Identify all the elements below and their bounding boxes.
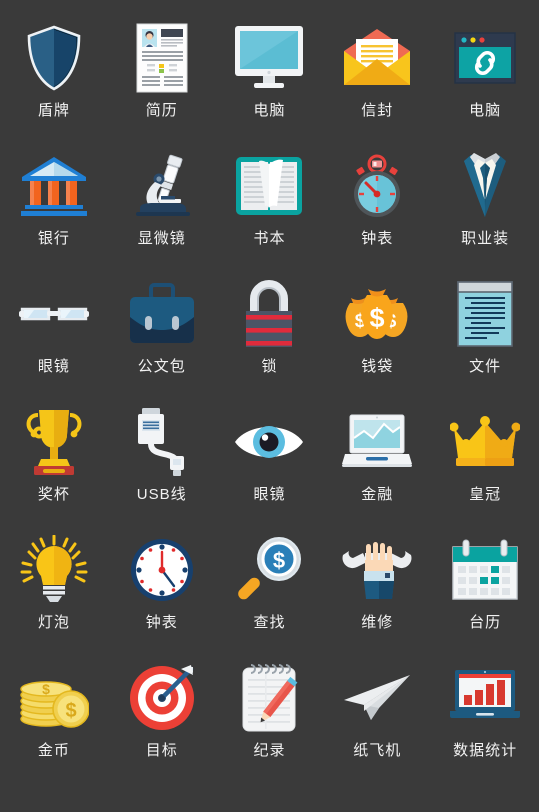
- calendar-icon: [449, 532, 521, 608]
- finance-laptop-icon: [341, 404, 413, 480]
- icon-label-resume: 简历: [145, 102, 178, 119]
- eye-icon: [233, 404, 305, 480]
- icon-label-statchart: 数据统计: [453, 742, 518, 759]
- icon-cell-search[interactable]: $ 查找: [216, 532, 324, 660]
- briefcase-icon: [126, 276, 198, 352]
- icon-cell-suit[interactable]: 职业装: [431, 148, 539, 276]
- lock-icon: [233, 276, 305, 352]
- notepad-pencil-icon: [233, 660, 305, 736]
- icon-label-suit: 职业装: [461, 230, 510, 247]
- glasses-icon: [18, 276, 90, 352]
- icon-label-coins: 金币: [37, 742, 70, 759]
- icon-label-bank: 银行: [37, 230, 70, 247]
- icon-cell-microscope[interactable]: 显微镜: [108, 148, 216, 276]
- target-arrow-icon: [126, 660, 198, 736]
- icon-label-notepad: 纪录: [253, 742, 286, 759]
- search-dollar-icon: $: [233, 532, 305, 608]
- icon-label-eye: 眼镜: [253, 486, 286, 503]
- icon-label-stopwatch: 钟表: [361, 230, 394, 247]
- icon-label-plane: 纸飞机: [353, 742, 402, 759]
- icon-label-trophy: 奖杯: [37, 486, 70, 503]
- icon-label-target: 目标: [145, 742, 178, 759]
- lightbulb-icon: [18, 532, 90, 608]
- usb-cable-icon: [126, 404, 198, 480]
- icon-label-laptopchart: 金融: [361, 486, 394, 503]
- business-suit-icon: [449, 148, 521, 224]
- icon-cell-lock[interactable]: 锁: [216, 276, 324, 404]
- icon-label-moneybags: 钱袋: [361, 358, 394, 375]
- icon-label-bulb: 灯泡: [37, 614, 70, 631]
- stopwatch-icon: [341, 148, 413, 224]
- icon-cell-plane[interactable]: 纸飞机: [323, 660, 431, 788]
- svg-text:$: $: [42, 681, 50, 697]
- clock-icon: [126, 532, 198, 608]
- icon-cell-book[interactable]: 书本: [216, 148, 324, 276]
- icon-label-microscope: 显微镜: [137, 230, 186, 247]
- icon-cell-resume[interactable]: 简历: [108, 20, 216, 148]
- data-statistics-icon: [449, 660, 521, 736]
- icon-label-usb: USB线: [136, 486, 187, 503]
- icon-cell-eye[interactable]: 眼镜: [216, 404, 324, 532]
- money-bags-icon: $ $ $: [341, 276, 413, 352]
- icon-cell-clock[interactable]: 钟表: [108, 532, 216, 660]
- icon-cell-moneybags[interactable]: $ $ $ 钱袋: [323, 276, 431, 404]
- resume-icon: [126, 20, 198, 96]
- icon-cell-wrench[interactable]: 维修: [323, 532, 431, 660]
- svg-text:$: $: [65, 700, 76, 722]
- envelope-icon: [341, 20, 413, 96]
- icon-label-calendar: 台历: [469, 614, 502, 631]
- icon-cell-trophy[interactable]: 奖杯: [0, 404, 108, 532]
- svg-text:$: $: [370, 303, 385, 333]
- bank-icon: [18, 148, 90, 224]
- icon-cell-crown[interactable]: 皇冠: [431, 404, 539, 532]
- icon-label-clock: 钟表: [145, 614, 178, 631]
- icon-cell-envelope[interactable]: 信封: [323, 20, 431, 148]
- icon-grid: 盾牌 简历 电脑 信封 电脑 银行 显微镜 书本 钟表 职业装 眼镜 公文包 锁…: [0, 0, 539, 812]
- icon-cell-bulb[interactable]: 灯泡: [0, 532, 108, 660]
- icon-cell-laptopchart[interactable]: 金融: [323, 404, 431, 532]
- icon-cell-notepad[interactable]: 纪录: [216, 660, 324, 788]
- crown-icon: [449, 404, 521, 480]
- icon-label-browser: 电脑: [469, 102, 502, 119]
- icon-label-lock: 锁: [261, 358, 278, 375]
- icon-label-monitor: 电脑: [253, 102, 286, 119]
- icon-cell-shield[interactable]: 盾牌: [0, 20, 108, 148]
- icon-label-shield: 盾牌: [37, 102, 70, 119]
- wrench-hand-icon: [341, 532, 413, 608]
- book-icon: [233, 148, 305, 224]
- paper-plane-icon: [341, 660, 413, 736]
- monitor-icon: [233, 20, 305, 96]
- icon-cell-glasses[interactable]: 眼镜: [0, 276, 108, 404]
- icon-cell-monitor[interactable]: 电脑: [216, 20, 324, 148]
- icon-label-wrench: 维修: [361, 614, 394, 631]
- icon-label-search: 查找: [253, 614, 286, 631]
- icon-label-document: 文件: [469, 358, 502, 375]
- icon-label-crown: 皇冠: [469, 486, 502, 503]
- icon-label-briefcase: 公文包: [137, 358, 186, 375]
- icon-cell-bank[interactable]: 银行: [0, 148, 108, 276]
- icon-cell-document[interactable]: 文件: [431, 276, 539, 404]
- icon-label-book: 书本: [253, 230, 286, 247]
- icon-cell-target[interactable]: 目标: [108, 660, 216, 788]
- gold-coins-icon: $ $: [18, 660, 90, 736]
- icon-cell-statchart[interactable]: 数据统计: [431, 660, 539, 788]
- browser-link-icon: [449, 20, 521, 96]
- icon-cell-stopwatch[interactable]: 钟表: [323, 148, 431, 276]
- icon-cell-browser[interactable]: 电脑: [431, 20, 539, 148]
- icon-cell-coins[interactable]: $ $ 金币: [0, 660, 108, 788]
- trophy-icon: [18, 404, 90, 480]
- icon-cell-calendar[interactable]: 台历: [431, 532, 539, 660]
- icon-label-envelope: 信封: [361, 102, 394, 119]
- shield-icon: [18, 20, 90, 96]
- svg-text:$: $: [273, 548, 285, 573]
- icon-cell-usb[interactable]: USB线: [108, 404, 216, 532]
- icon-label-glasses: 眼镜: [37, 358, 70, 375]
- document-icon: [449, 276, 521, 352]
- microscope-icon: [126, 148, 198, 224]
- icon-cell-briefcase[interactable]: 公文包: [108, 276, 216, 404]
